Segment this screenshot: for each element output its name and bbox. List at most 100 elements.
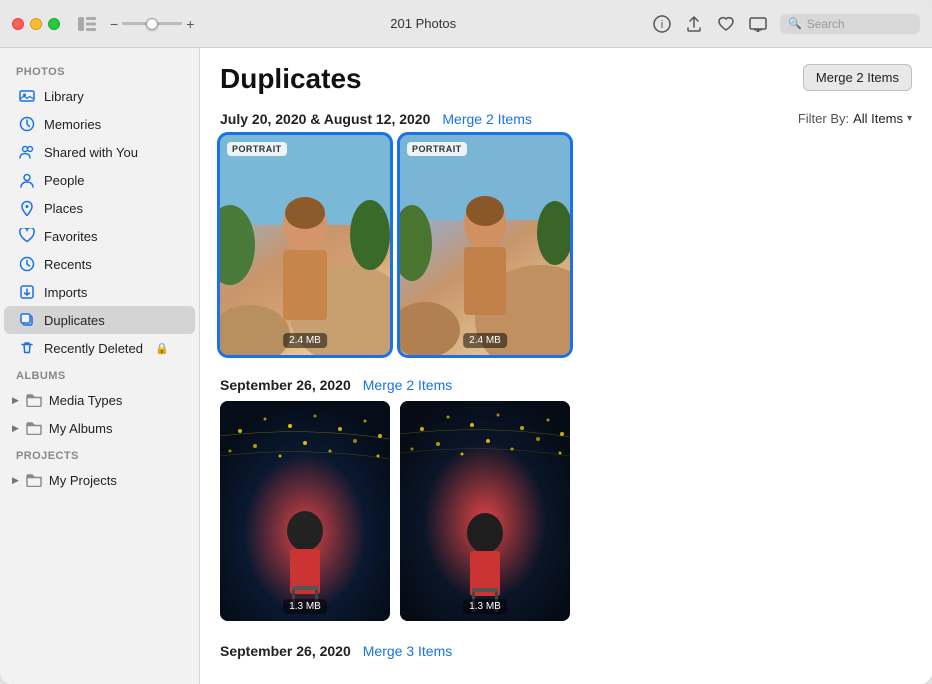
group-2-header: September 26, 2020 Merge 2 Items xyxy=(200,371,932,401)
photo-item-2[interactable]: PORTRAIT 2.4 MB xyxy=(400,135,570,355)
sidebar-item-places[interactable]: Places xyxy=(4,194,195,222)
imports-icon xyxy=(18,283,36,301)
zoom-in-icon[interactable]: + xyxy=(186,16,194,32)
favorites-label: Favorites xyxy=(44,229,97,244)
filter-row: Filter By: All Items ▾ xyxy=(798,111,912,126)
group-2-merge-link[interactable]: Merge 2 Items xyxy=(363,377,452,393)
sidebar-item-recently-deleted[interactable]: Recently Deleted 🔒 xyxy=(4,334,195,362)
minimize-button[interactable] xyxy=(30,18,42,30)
sidebar: Photos Library M xyxy=(0,48,200,684)
my-albums-label: My Albums xyxy=(49,421,113,436)
sidebar-item-imports[interactable]: Imports xyxy=(4,278,195,306)
photo-item-4[interactable]: 1.3 MB xyxy=(400,401,570,621)
search-icon: 🔍 xyxy=(788,17,802,30)
main-window: − + 201 Photos i xyxy=(0,0,932,684)
photo-3-size: 1.3 MB xyxy=(283,599,327,614)
share-button[interactable] xyxy=(684,14,704,34)
photo-2-badge: PORTRAIT xyxy=(407,142,467,156)
zoom-out-icon[interactable]: − xyxy=(110,16,118,32)
slider-track[interactable] xyxy=(122,22,182,25)
places-icon xyxy=(18,199,36,217)
group-3-merge-link[interactable]: Merge 3 Items xyxy=(363,643,452,659)
content-area: Duplicates Merge 2 Items July 20, 2020 &… xyxy=(200,48,932,684)
sidebar-item-shared-with-you[interactable]: Shared with You xyxy=(4,138,195,166)
photo-3-image xyxy=(220,401,390,621)
photo-1-badge: PORTRAIT xyxy=(227,142,287,156)
content-header: Duplicates Merge 2 Items xyxy=(200,48,932,105)
duplicates-label: Duplicates xyxy=(44,313,105,328)
group-1-merge-link[interactable]: Merge 2 Items xyxy=(442,111,531,127)
sidebar-item-favorites[interactable]: Favorites xyxy=(4,222,195,250)
zoom-slider-control[interactable]: − + xyxy=(110,16,194,32)
titlebar: − + 201 Photos i xyxy=(0,0,932,48)
projects-section-label: Projects xyxy=(0,442,199,466)
lock-icon: 🔒 xyxy=(155,342,169,355)
shared-with-you-label: Shared with You xyxy=(44,145,138,160)
media-types-label: Media Types xyxy=(49,393,122,408)
filter-by-label: Filter By: xyxy=(798,111,849,126)
library-label: Library xyxy=(44,89,84,104)
places-label: Places xyxy=(44,201,83,216)
photo-count: 201 Photos xyxy=(202,16,644,31)
group-1-header: July 20, 2020 & August 12, 2020 Merge 2 … xyxy=(200,105,932,135)
merge-2-items-top-button[interactable]: Merge 2 Items xyxy=(803,64,912,91)
my-projects-folder-icon xyxy=(25,471,43,489)
favorites-icon xyxy=(18,227,36,245)
imports-label: Imports xyxy=(44,285,87,300)
memories-icon xyxy=(18,115,36,133)
photo-1-size: 2.4 MB xyxy=(283,333,327,348)
favorites-button[interactable] xyxy=(716,14,736,34)
sidebar-item-media-types[interactable]: ▶ Media Types xyxy=(4,386,195,414)
photo-4-size: 1.3 MB xyxy=(463,599,507,614)
library-icon xyxy=(18,87,36,105)
expand-arrow-my-albums: ▶ xyxy=(12,423,19,434)
group-1-date: July 20, 2020 & August 12, 2020 xyxy=(220,111,430,127)
traffic-lights xyxy=(12,18,60,30)
sidebar-item-library[interactable]: Library xyxy=(4,82,195,110)
search-bar[interactable]: 🔍 xyxy=(780,14,920,34)
svg-text:i: i xyxy=(661,19,663,31)
shared-with-you-icon xyxy=(18,143,36,161)
people-label: People xyxy=(44,173,84,188)
photo-2-size: 2.4 MB xyxy=(463,333,507,348)
sidebar-item-recents[interactable]: Recents xyxy=(4,250,195,278)
slider-thumb[interactable] xyxy=(146,18,158,30)
trash-icon xyxy=(18,339,36,357)
info-button[interactable]: i xyxy=(652,14,672,34)
expand-arrow-my-projects: ▶ xyxy=(12,475,19,486)
memories-label: Memories xyxy=(44,117,101,132)
recents-icon xyxy=(18,255,36,273)
recents-label: Recents xyxy=(44,257,92,272)
expand-arrow-media-types: ▶ xyxy=(12,395,19,406)
group-3-date: September 26, 2020 xyxy=(220,643,351,659)
photo-item-1[interactable]: PORTRAIT 2.4 MB xyxy=(220,135,390,355)
titlebar-actions: i 🔍 xyxy=(652,14,920,34)
main-layout: Photos Library M xyxy=(0,48,932,684)
maximize-button[interactable] xyxy=(48,18,60,30)
photo-item-3[interactable]: 1.3 MB xyxy=(220,401,390,621)
group-3-header: September 26, 2020 Merge 3 Items xyxy=(200,637,932,667)
sidebar-toggle-icon[interactable] xyxy=(76,13,98,35)
albums-section-label: Albums xyxy=(0,362,199,386)
people-icon xyxy=(18,171,36,189)
recently-deleted-label: Recently Deleted xyxy=(44,341,143,356)
photo-4-image xyxy=(400,401,570,621)
sidebar-item-duplicates[interactable]: Duplicates xyxy=(4,306,195,334)
duplicates-icon xyxy=(18,311,36,329)
sidebar-item-memories[interactable]: Memories xyxy=(4,110,195,138)
filter-chevron-icon[interactable]: ▾ xyxy=(907,113,912,124)
photos-section-label: Photos xyxy=(0,58,199,82)
filter-all-items-label: All Items xyxy=(853,111,903,126)
search-input[interactable] xyxy=(807,17,912,31)
sidebar-item-my-projects[interactable]: ▶ My Projects xyxy=(4,466,195,494)
sidebar-item-people[interactable]: People xyxy=(4,166,195,194)
sidebar-item-my-albums[interactable]: ▶ My Albums xyxy=(4,414,195,442)
group-2-date: September 26, 2020 xyxy=(220,377,351,393)
photo-2-image xyxy=(400,135,570,355)
close-button[interactable] xyxy=(12,18,24,30)
slideshow-button[interactable] xyxy=(748,14,768,34)
group-2-photo-grid: 1.3 MB xyxy=(200,401,932,637)
my-projects-label: My Projects xyxy=(49,473,117,488)
photo-1-image xyxy=(220,135,390,355)
media-types-folder-icon xyxy=(25,391,43,409)
